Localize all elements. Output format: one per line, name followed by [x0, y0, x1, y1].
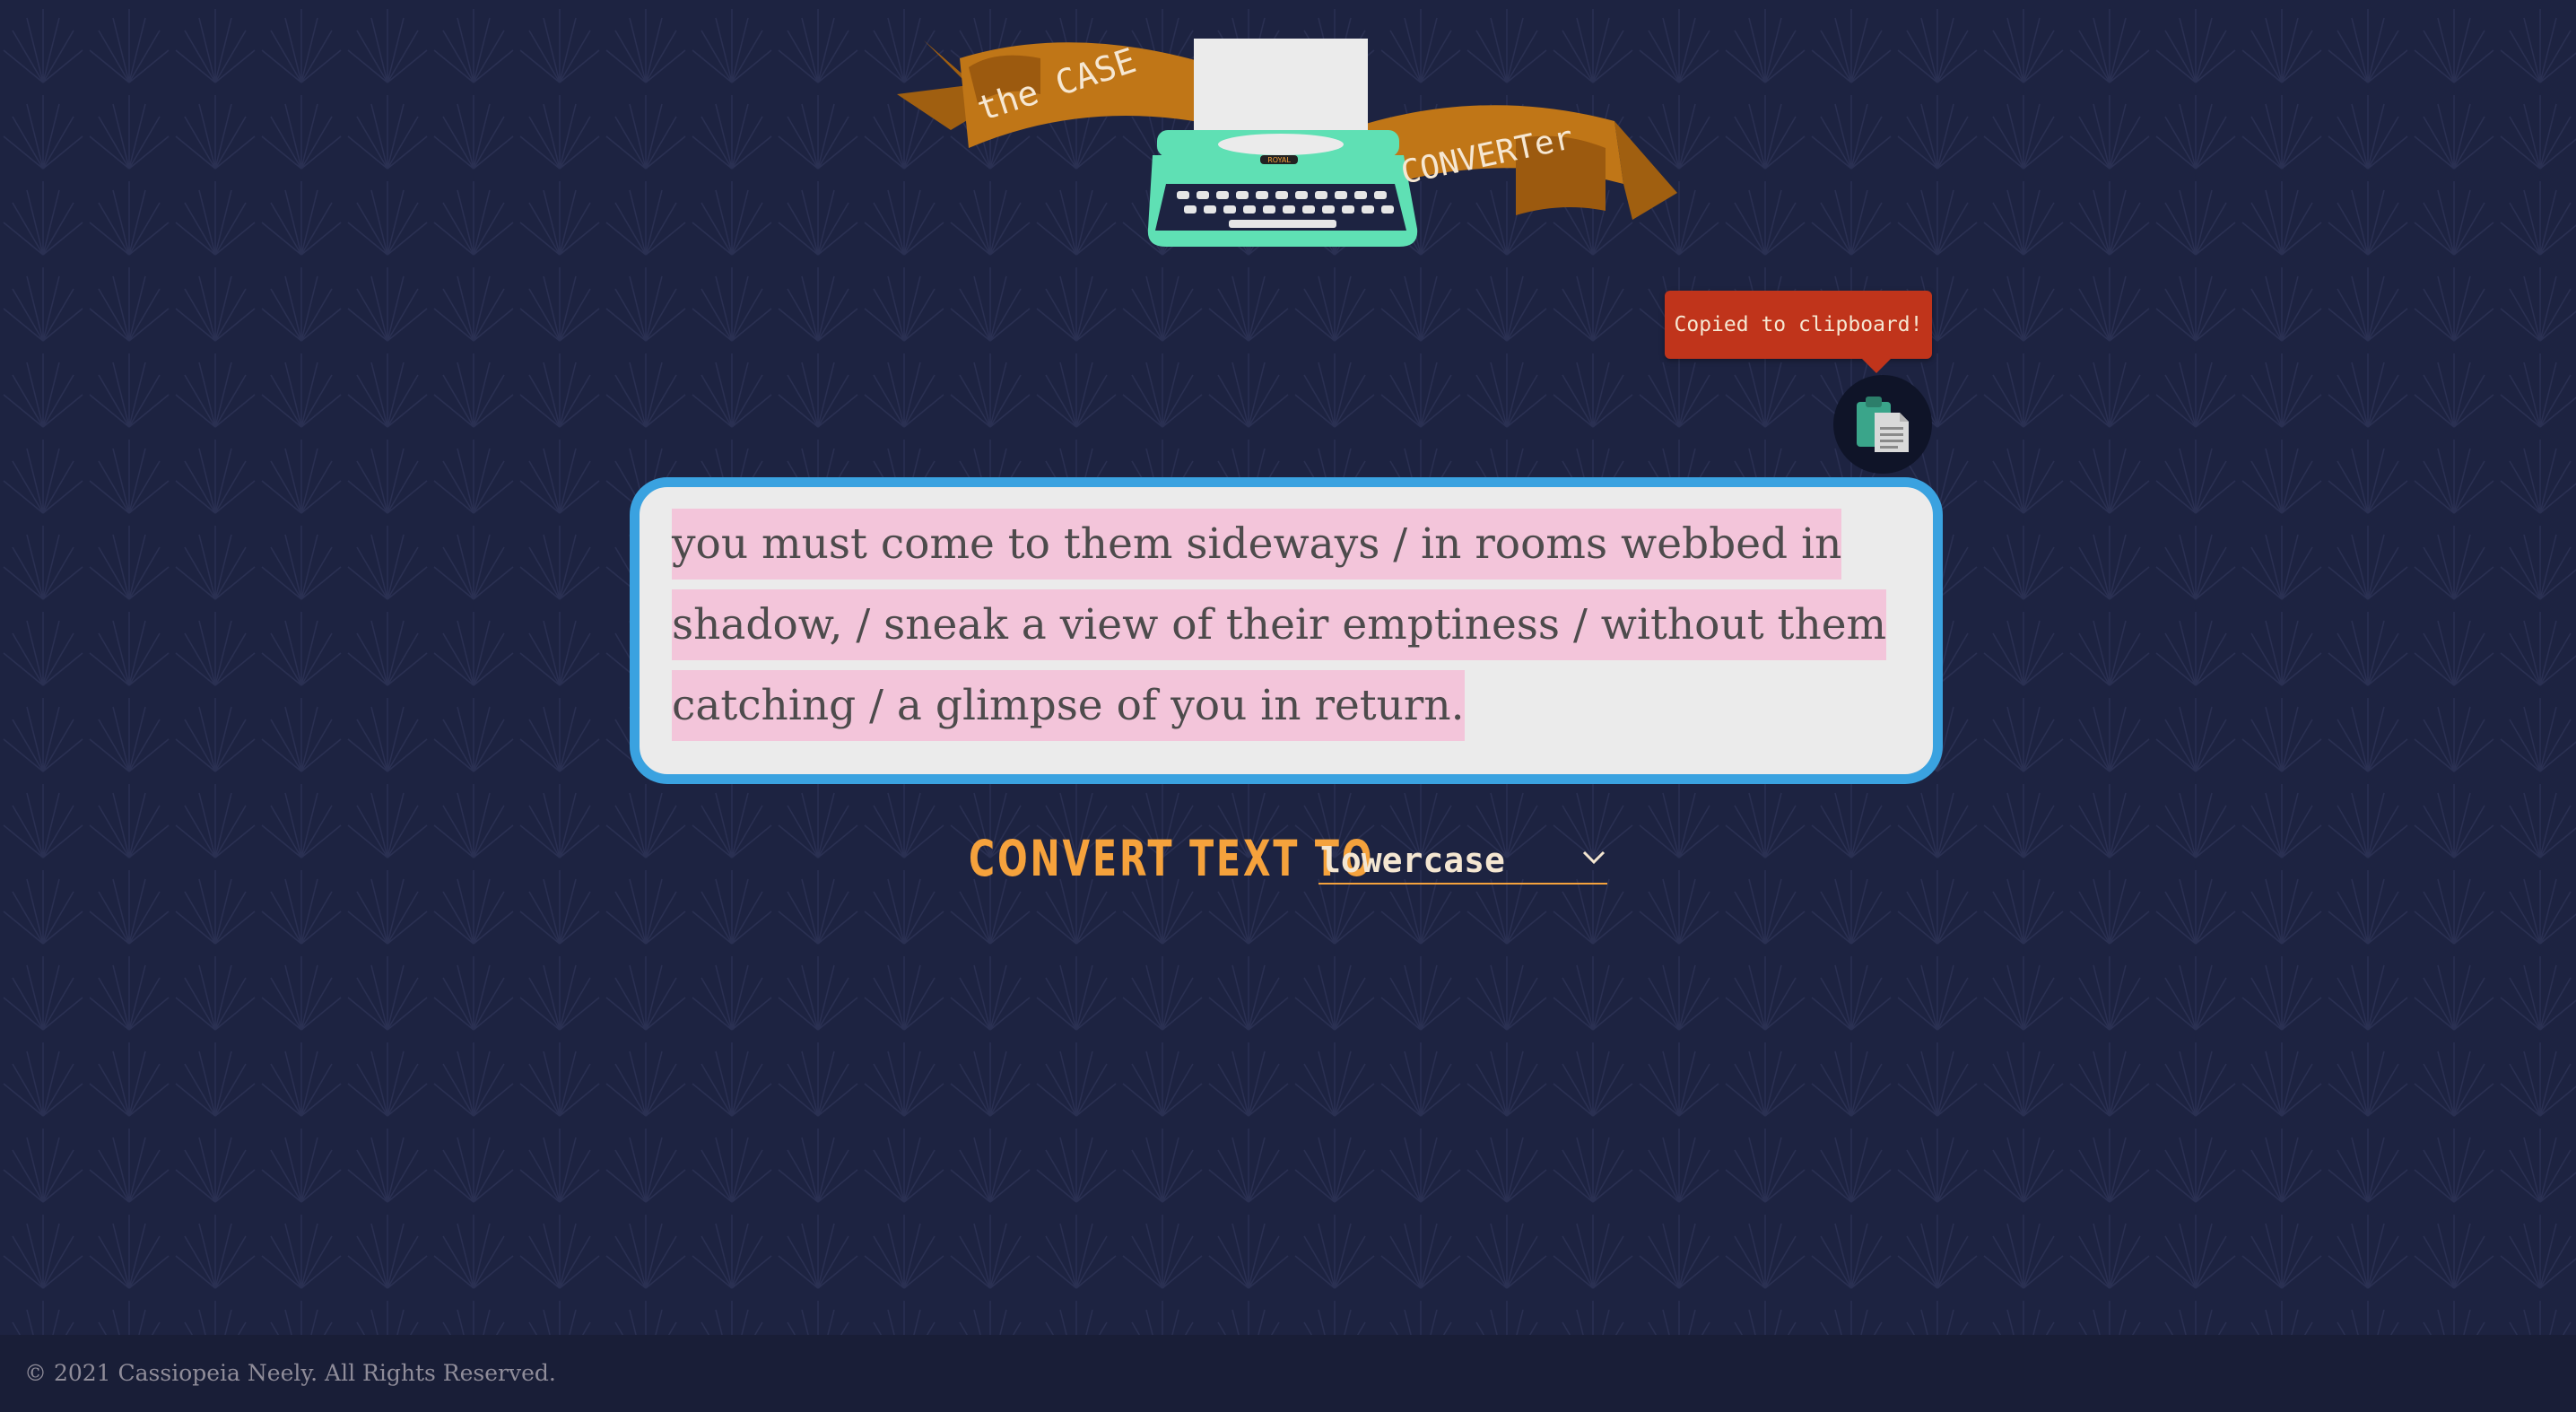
tooltip-arrow — [1860, 357, 1893, 373]
chevron-down-icon — [1582, 850, 1606, 865]
copied-tooltip: Copied to clipboard! — [1665, 291, 1932, 359]
clipboard-icon — [1857, 397, 1909, 452]
app-logo[interactable]: the CASE CONVERTer ROYAL — [897, 31, 1677, 256]
selected-case-value: lowercase — [1320, 841, 1505, 880]
typewriter-brand: ROYAL — [1267, 156, 1291, 164]
text-input-area[interactable]: you must come to them sideways / in room… — [672, 504, 1892, 746]
convert-label: CONVERT TEXT TO — [969, 830, 1375, 887]
copyright-text: © 2021 Cassiopeia Neely. All Rights Rese… — [24, 1360, 556, 1386]
selected-text: you must come to them sideways / in room… — [672, 509, 1887, 741]
copy-to-clipboard-button[interactable] — [1833, 375, 1932, 474]
case-select-dropdown[interactable]: lowercase — [1318, 838, 1607, 885]
